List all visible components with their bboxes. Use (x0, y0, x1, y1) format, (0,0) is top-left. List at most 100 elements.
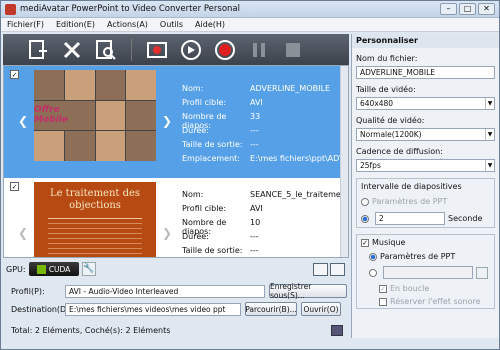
file-properties: Nom: SEANCE_5_le_traitement_des Profil ci… (182, 190, 348, 257)
add-file-button[interactable] (23, 38, 53, 62)
list-scrollbar[interactable] (340, 66, 348, 257)
list-item[interactable]: ✓ ❮ Offre Mobile ❯ Nom: ADVERLINE_MOBILE … (4, 66, 348, 178)
gpu-bar: GPU: CUDA 🔧 (3, 260, 349, 278)
prev-slide-arrow-icon[interactable]: ❮ (18, 226, 28, 240)
start-button[interactable] (210, 38, 240, 62)
delete-button[interactable] (57, 38, 87, 62)
music-ppt-params-option[interactable]: Paramètres de PPT (361, 252, 490, 261)
app-icon (5, 3, 16, 15)
menu-actions[interactable]: Actions(A) (107, 20, 148, 29)
cuda-badge[interactable]: CUDA (28, 262, 79, 276)
item-checkbox[interactable]: ✓ (10, 70, 19, 79)
menu-edition[interactable]: Edition(E) (56, 20, 95, 29)
frame-rate-value: 25fps (360, 161, 381, 170)
keep-sound-option[interactable]: Réserver l'effet sonore (361, 297, 490, 306)
loop-text: En boucle (390, 284, 430, 293)
frame-rate-select[interactable]: 25fps ▼ (356, 159, 495, 172)
convert-button[interactable] (176, 38, 206, 62)
thumbnail-lines (48, 218, 142, 257)
search-file-icon (96, 39, 116, 60)
seconds-option[interactable]: 2 Seconde (361, 212, 490, 225)
music-file-option[interactable] (361, 266, 490, 279)
window-title: mediAvatar PowerPoint to Video Converter… (20, 4, 240, 14)
destination-input[interactable]: E:\mes fichiers\mes videos\mes video ppt (65, 302, 241, 316)
file-name-input[interactable]: ADVERLINE_MOBILE (356, 66, 495, 79)
status-text: Total: 2 Eléments, Coché(s): 2 Eléments (11, 325, 171, 335)
prop-value: 10 (250, 218, 261, 227)
prop-key: Nombre de diapos: (182, 218, 227, 236)
wrench-icon[interactable]: 🔧 (81, 262, 96, 276)
minimize-button[interactable]: – (440, 3, 457, 15)
prop-value: E:\mes fichiers\ppt\ADVERLINE_MOBILE (250, 154, 348, 163)
prop-key: Taille de sortie: (182, 140, 243, 149)
video-quality-select[interactable]: Normale(1200K) ▼ (356, 128, 495, 141)
status-bar: Total: 2 Eléments, Coché(s): 2 Eléments (3, 323, 349, 337)
music-option[interactable]: ✓ Musique (361, 238, 490, 247)
next-slide-arrow-icon[interactable]: ❯ (162, 114, 172, 128)
prev-slide-arrow-icon[interactable]: ❮ (18, 114, 28, 128)
ppt-params-option[interactable]: Paramètres de PPT (361, 197, 490, 206)
browse-button[interactable]: Parcourir(B)... (245, 302, 297, 316)
checkbox-icon: ✓ (379, 284, 387, 293)
list-item[interactable]: ✓ ❮ Le traitement des objections ❯ Nom: S… (4, 178, 348, 257)
checkbox-icon: ✓ (361, 238, 369, 247)
record-icon (147, 41, 167, 58)
file-list: ✓ ❮ Offre Mobile ❯ Nom: ADVERLINE_MOBILE … (3, 65, 349, 258)
chevron-down-icon: ▼ (485, 98, 494, 109)
list-view-icon[interactable] (313, 262, 328, 276)
grid-view-icon[interactable] (330, 262, 345, 276)
menu-bar: Fichier(F) Edition(E) Actions(A) Outils … (1, 18, 499, 32)
keep-sound-text: Réserver l'effet sonore (390, 297, 481, 306)
music-group: ✓ Musique Paramètres de PPT ✓ En boucle Ré… (356, 234, 495, 309)
video-size-select[interactable]: 640x480 ▼ (356, 97, 495, 110)
open-button[interactable]: Ouvrir(O) (301, 302, 341, 316)
profile-select[interactable]: AVI - Audio-Video Interleaved (65, 284, 265, 298)
ppt-params-text: Paramètres de PPT (372, 197, 448, 206)
save-as-button[interactable]: Enregistrer sous(S)... (269, 282, 347, 300)
profile-label: Profil(P): (11, 286, 45, 296)
pause-button[interactable] (244, 38, 274, 62)
seconds-unit: Seconde (448, 214, 483, 223)
prop-key: Nom: (182, 190, 204, 199)
interval-label: Intervalle de diapositives (361, 182, 462, 191)
title-bar: mediAvatar PowerPoint to Video Converter… (1, 1, 499, 18)
video-quality-value: Normale(1200K) (360, 130, 422, 139)
prop-key: Nom: (182, 84, 204, 93)
file-name-value: ADVERLINE_MOBILE (360, 68, 435, 77)
slide-thumbnail: Offre Mobile (34, 70, 156, 161)
log-icon[interactable] (331, 324, 343, 336)
menu-fichier[interactable]: Fichier(F) (7, 20, 44, 29)
gpu-label: GPU: (6, 264, 26, 274)
chevron-down-icon: ▼ (485, 160, 494, 171)
item-checkbox[interactable]: ✓ (10, 182, 19, 191)
record-button[interactable] (142, 38, 172, 62)
frame-rate-label: Cadence de diffusion: (356, 147, 443, 156)
stop-button[interactable] (278, 38, 308, 62)
maximize-button[interactable]: □ (459, 3, 476, 15)
radio-icon (361, 214, 369, 223)
slide-interval-group: Intervalle de diapositives Paramètres de… (356, 178, 495, 228)
menu-outils[interactable]: Outils (160, 20, 183, 29)
close-button[interactable]: ✕ (478, 3, 495, 15)
prop-key: Nombre de diapos: (182, 112, 227, 130)
prop-value: AVI (250, 204, 263, 213)
prop-key: Durée: (182, 126, 209, 135)
prop-value: --- (250, 232, 259, 241)
menu-aide[interactable]: Aide(H) (195, 20, 225, 29)
video-quality-label: Qualité de vidéo: (356, 116, 425, 125)
radio-icon (369, 268, 377, 277)
next-slide-arrow-icon[interactable]: ❯ (162, 226, 172, 240)
folder-icon[interactable] (476, 266, 488, 279)
prop-value: 33 (250, 112, 261, 121)
prop-key: Emplacement: (182, 154, 240, 163)
seconds-input[interactable]: 2 (375, 212, 445, 225)
music-file-input[interactable] (383, 266, 473, 279)
prop-value: AVI (250, 98, 263, 107)
prop-key: Profil cible: (182, 204, 227, 213)
prop-value: --- (250, 126, 259, 135)
loop-option[interactable]: ✓ En boucle (361, 284, 490, 293)
app-window: mediAvatar PowerPoint to Video Converter… (0, 0, 500, 350)
customize-panel: Personnaliser Nom du fichier: ADVERLINE_… (351, 34, 499, 338)
search-file-button[interactable] (91, 38, 121, 62)
convert-icon (181, 39, 201, 60)
